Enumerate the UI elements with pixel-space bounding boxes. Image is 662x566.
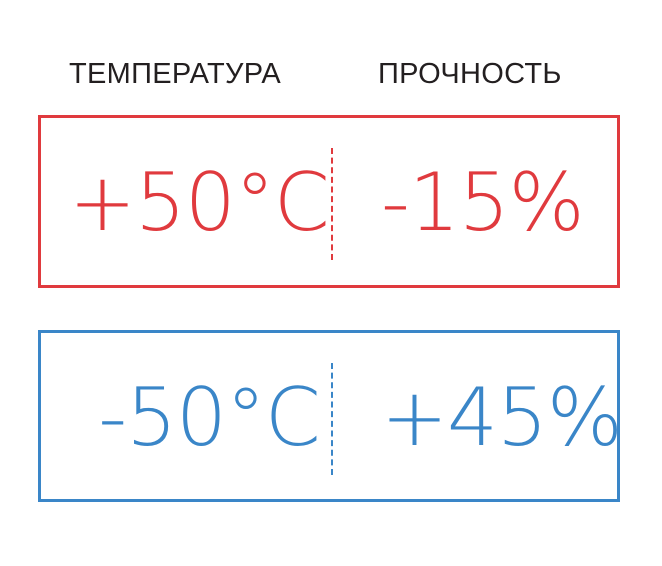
cold-temperature-value: -50°C xyxy=(98,371,321,464)
temperature-column-header: ТЕМПЕРАТУРА xyxy=(69,58,282,90)
hot-row-box: +50°C -15% xyxy=(38,115,620,288)
hot-strength-value: -15% xyxy=(381,156,585,249)
hot-row-divider xyxy=(331,148,333,260)
cold-strength-value: +45% xyxy=(381,371,623,464)
strength-column-header: ПРОЧНОСТЬ xyxy=(378,58,562,90)
hot-temperature-value: +50°C xyxy=(69,156,330,249)
cold-row-box: -50°C +45% xyxy=(38,330,623,502)
cold-row-divider xyxy=(331,363,333,475)
